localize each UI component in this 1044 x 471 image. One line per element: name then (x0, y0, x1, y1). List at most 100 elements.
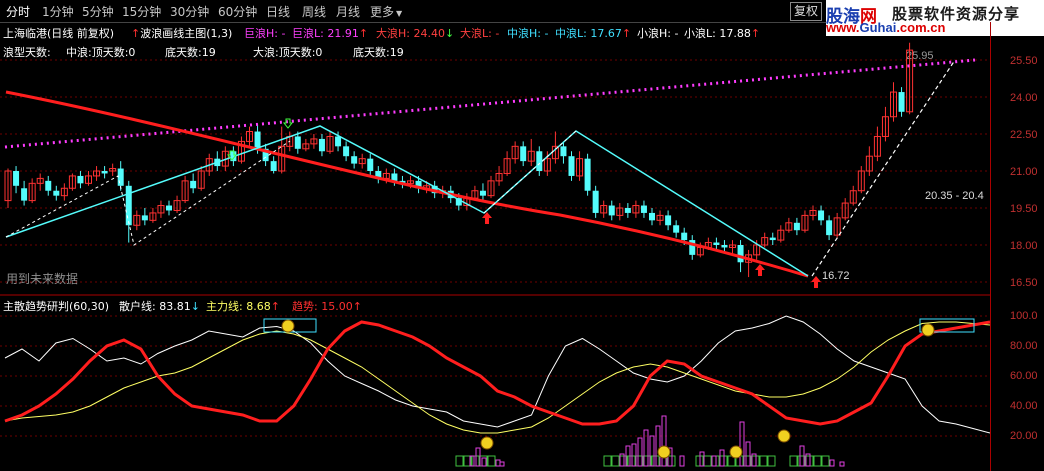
wave-value-5: 中浪L: 17.67↑ (555, 27, 632, 40)
tab-month[interactable]: 月线 (336, 3, 360, 20)
bottom-signal-box (751, 455, 760, 467)
tab-more[interactable]: 更多 ▼ (370, 3, 402, 20)
candle-body-up (133, 214, 141, 226)
candle-body-down (640, 205, 647, 213)
candle-body-down (214, 158, 221, 167)
bottom-signal-box (627, 455, 636, 467)
candle-body-down (399, 180, 406, 184)
tab-minute[interactable]: 分时 (6, 3, 30, 20)
volume-signal-bar (839, 461, 845, 467)
big-bottom-days: 底天数:19 (353, 46, 404, 59)
bottom-signal-box (813, 455, 822, 467)
candle-body-down (649, 212, 655, 221)
bottom-signal-box (727, 455, 736, 467)
candle-body-up (237, 140, 245, 162)
wave-days-label: 浪型天数: (3, 46, 51, 59)
tab-1min[interactable]: 1分钟 (42, 3, 74, 20)
candle-body-down (568, 156, 575, 176)
volume-signal-bar (805, 453, 811, 467)
main-force-line (4, 321, 990, 434)
candle-body-up (4, 170, 12, 202)
candle-body-up (753, 244, 761, 256)
candle-body-up (358, 158, 366, 165)
sub-y-tick: 40.00 (1010, 400, 1038, 412)
candle-body-down (536, 151, 543, 171)
candle-body-down (141, 215, 148, 221)
red-trend-line (5, 90, 809, 278)
candle-body-up (278, 145, 286, 172)
candle-body-up (696, 246, 704, 256)
candle-body-up (873, 135, 881, 157)
tab-more-label: 更多 (370, 5, 395, 19)
candle-body-down (665, 215, 672, 226)
bottom-signal-box (471, 455, 480, 467)
wave-value-6: 小浪H: - (637, 27, 679, 40)
candle-body-down (479, 190, 486, 196)
candle-body-up (527, 150, 535, 162)
candle-body-down (117, 168, 124, 186)
candle-body-up (890, 91, 897, 118)
indicator-name[interactable]: ↑波浪画线主图(1,3) (131, 25, 232, 41)
bottom-signal-box (719, 455, 728, 467)
candle-body-down (560, 146, 567, 157)
y-tick: 25.50 (1010, 55, 1038, 67)
volume-signal-bar (475, 447, 481, 467)
candle-body-down (826, 220, 833, 236)
sub-y-tick: 20.00 (1010, 430, 1038, 442)
candle-body-up (785, 222, 793, 231)
up-arrow-icon (811, 276, 821, 288)
y-tick: 24.00 (1010, 92, 1038, 104)
tab-5min[interactable]: 5分钟 (82, 3, 114, 20)
candle-body-down (375, 171, 382, 179)
tab-day[interactable]: 日线 (266, 3, 290, 20)
chevron-down-icon: ▼ (396, 9, 403, 18)
volume-signal-bar (495, 459, 501, 467)
candle-body-up (704, 242, 712, 248)
candle-body-up (85, 175, 92, 184)
bottom-signal-box (455, 455, 464, 467)
volume-signal-bar (799, 445, 805, 467)
future-data-note: 用到未来数据 (6, 272, 79, 286)
sub-y-tick: 100.0 (1010, 310, 1038, 322)
big-top-days: 大浪:顶天数:0 (253, 46, 323, 59)
low-price-label: 16.72 (822, 270, 850, 282)
bottom-signal-box (635, 455, 644, 467)
candle-body-up (157, 205, 165, 214)
bottom-signal-box (759, 455, 768, 467)
retail-line (4, 315, 990, 434)
candle-body-up (881, 116, 889, 137)
tab-30min[interactable]: 30分钟 (170, 3, 209, 20)
white-wave-line (811, 59, 956, 277)
bottom-signal-box (735, 455, 744, 467)
candle-body-up (407, 180, 414, 184)
candle-body-down (737, 245, 744, 263)
tab-week[interactable]: 周线 (302, 3, 326, 20)
bottom-signal-box (805, 455, 814, 467)
candle-body-down (262, 148, 269, 162)
candle-body-up (745, 254, 753, 263)
candle-body-up (761, 237, 769, 246)
wave-value-7: 小浪L: 17.88↑ (684, 27, 761, 40)
candle-body-down (592, 190, 599, 213)
fuquan-button[interactable]: 复权 (790, 2, 822, 21)
kline-chart[interactable] (0, 0, 990, 471)
candle-body-up (302, 143, 310, 150)
logo-url: www.Guhai.com.cn (826, 20, 946, 35)
candle-body-up (632, 205, 640, 214)
candle-body-down (818, 210, 825, 221)
top-signal-box (919, 318, 975, 333)
tab-60min[interactable]: 60分钟 (218, 3, 257, 20)
volume-signal-bar (745, 441, 751, 467)
sub-title: 主散趋势研判(60,30) (3, 300, 110, 313)
tab-15min[interactable]: 15分钟 (122, 3, 161, 20)
bottom-signal-box (695, 455, 704, 467)
candle-body-up (865, 155, 873, 172)
candle-body-down (254, 131, 261, 149)
candle-body-up (173, 200, 181, 211)
candle-body-down (455, 198, 462, 206)
smiley-icon (480, 436, 494, 450)
volume-signal-bar (661, 415, 667, 467)
volume-signal-bar (643, 429, 649, 467)
volume-signal-bar (469, 455, 475, 467)
candle-body-up (849, 190, 857, 204)
